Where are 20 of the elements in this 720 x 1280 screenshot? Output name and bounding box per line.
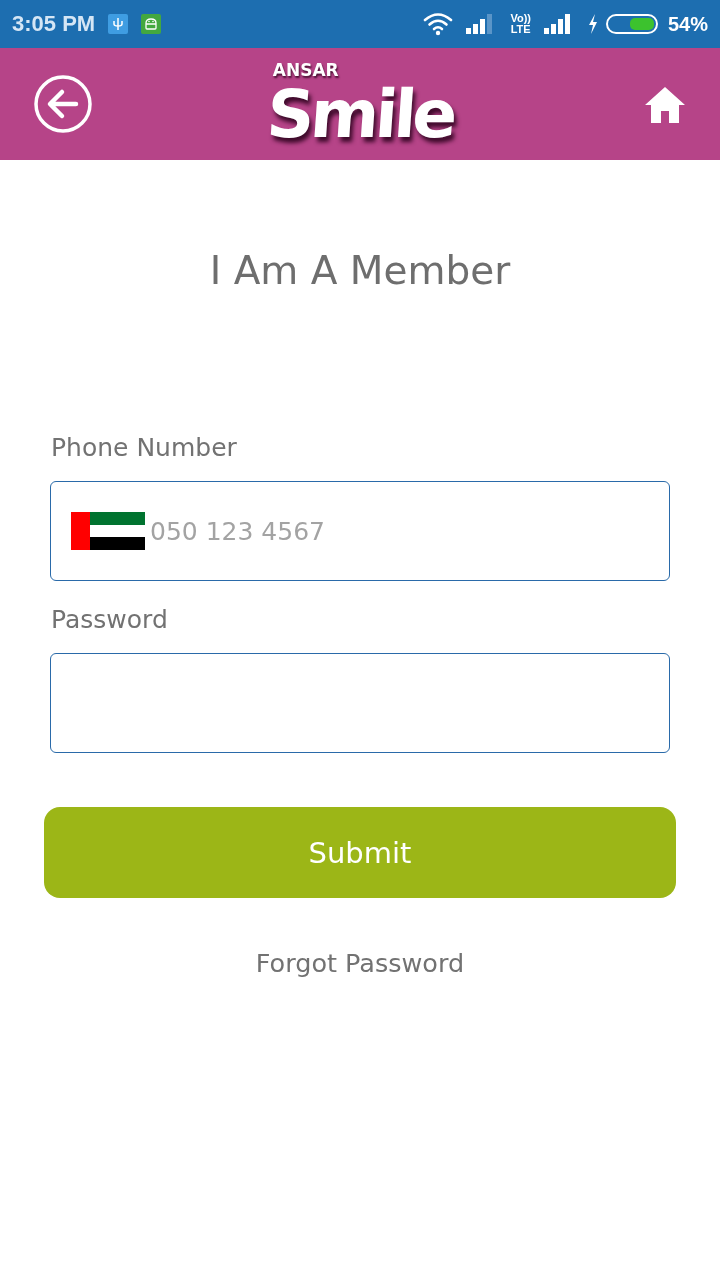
battery-icon	[605, 14, 660, 34]
phone-number-field[interactable]: 050 123 4567	[50, 481, 670, 581]
password-field[interactable]	[50, 653, 670, 753]
back-button[interactable]	[34, 75, 92, 133]
home-button[interactable]	[644, 86, 686, 124]
usb-icon	[108, 14, 129, 34]
flag-icon	[71, 512, 145, 550]
field-label: Phone Number	[51, 432, 238, 464]
network-type-label: Vo)) LTE	[510, 13, 531, 35]
battery-percent: 54%	[667, 12, 708, 36]
home-icon	[644, 86, 686, 124]
charging-icon	[587, 14, 598, 34]
forgot-password-link[interactable]: Forgot Password	[255, 946, 465, 980]
robot-icon	[141, 14, 162, 34]
page-title: I Am A Member	[208, 247, 512, 295]
wifi-icon	[423, 12, 454, 36]
logo-name-text: Smile	[264, 80, 456, 150]
field-label: Password	[51, 604, 169, 636]
status-time: 3:05 PM	[12, 11, 96, 37]
logo-brand-text: ANSAR	[272, 60, 339, 80]
